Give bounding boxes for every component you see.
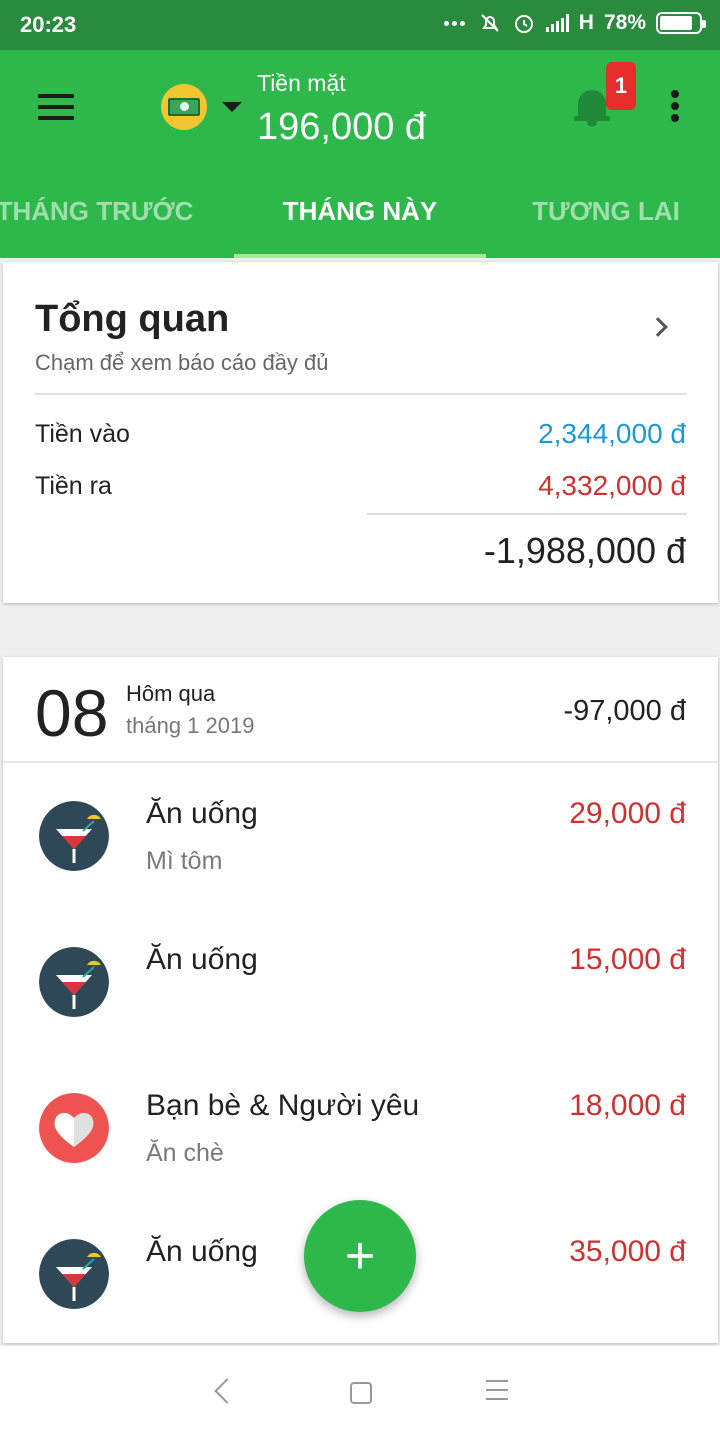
income-value: 2,344,000 đ (538, 418, 686, 449)
status-time: 20:23 (20, 12, 77, 37)
divider (35, 393, 687, 395)
day-number: 08 (35, 676, 109, 750)
alarm-icon (514, 15, 533, 33)
day-total: -97,000 đ (563, 695, 686, 727)
cocktail-icon (39, 1239, 109, 1309)
signal-icon (545, 14, 569, 32)
overview-card[interactable]: Tổng quan Chạm để xem báo cáo đầy đủ Tiề… (3, 262, 718, 603)
notification-badge[interactable]: 1 (606, 62, 636, 110)
battery-percent: 78% (603, 11, 646, 34)
mute-icon (481, 14, 499, 32)
more-notifications-icon (443, 11, 468, 35)
transaction-amount: 35,000 đ (569, 1235, 686, 1268)
transaction-category: Bạn bè & Người yêu (146, 1089, 420, 1122)
period-tabs: THÁNG TRƯỚC THÁNG NÀY TƯƠNG LAI (0, 190, 720, 258)
cocktail-icon (39, 947, 109, 1017)
transaction-category: Ăn uống (146, 943, 258, 976)
cocktail-icon (39, 801, 109, 871)
chevron-down-icon[interactable] (222, 102, 242, 112)
day-month-year: tháng 1 2019 (126, 713, 255, 738)
sum-divider (367, 513, 687, 515)
transaction-amount: 15,000 đ (569, 943, 686, 976)
transaction-item[interactable]: Ăn uống 15,000 đ (3, 909, 718, 1055)
menu-icon[interactable] (38, 94, 74, 120)
heart-icon (39, 1093, 109, 1163)
expense-label: Tiền ra (35, 472, 112, 500)
income-label: Tiền vào (35, 420, 130, 448)
transaction-note: Ăn chè (146, 1139, 224, 1167)
battery-icon (656, 12, 706, 34)
overview-title: Tổng quan (35, 298, 230, 340)
add-transaction-button[interactable]: + (304, 1200, 416, 1312)
tab-last-month[interactable]: THÁNG TRƯỚC (0, 190, 200, 258)
status-bar: 20:23 H 78% (0, 0, 720, 50)
expense-value: 4,332,000 đ (538, 470, 686, 501)
day-label: Hôm qua (126, 681, 216, 706)
network-type: H (578, 11, 594, 34)
app-bar: Tiền mặt 196,000 đ 1 THÁNG TRƯỚC THÁNG N… (0, 50, 720, 258)
transaction-amount: 29,000 đ (569, 797, 686, 830)
home-icon[interactable] (350, 1382, 372, 1404)
wallet-name[interactable]: Tiền mặt (257, 70, 346, 97)
transaction-item[interactable]: Ăn uống Mì tôm 29,000 đ (3, 763, 718, 909)
bell-icon[interactable] (574, 86, 610, 128)
more-options-icon[interactable] (671, 90, 681, 124)
net-total: -1,988,000 đ (483, 530, 686, 571)
tab-this-month[interactable]: THÁNG NÀY (234, 190, 486, 258)
overview-subtitle: Chạm để xem báo cáo đầy đủ (35, 350, 329, 375)
system-nav-bar (0, 1346, 720, 1440)
transaction-note: Mì tôm (146, 847, 223, 875)
transaction-category: Ăn uống (146, 797, 258, 830)
back-icon[interactable] (214, 1378, 240, 1404)
tab-future[interactable]: TƯƠNG LAI (520, 190, 692, 258)
transaction-item[interactable]: Bạn bè & Người yêu Ăn chè 18,000 đ (3, 1055, 718, 1201)
transaction-category: Ăn uống (146, 1235, 258, 1268)
wallet-balance[interactable]: 196,000 đ (257, 106, 426, 149)
chevron-right-icon[interactable] (648, 317, 668, 337)
recent-apps-icon[interactable] (486, 1380, 508, 1407)
wallet-icon[interactable] (161, 84, 207, 130)
status-icons: H 78% (443, 11, 706, 35)
transaction-amount: 18,000 đ (569, 1089, 686, 1122)
